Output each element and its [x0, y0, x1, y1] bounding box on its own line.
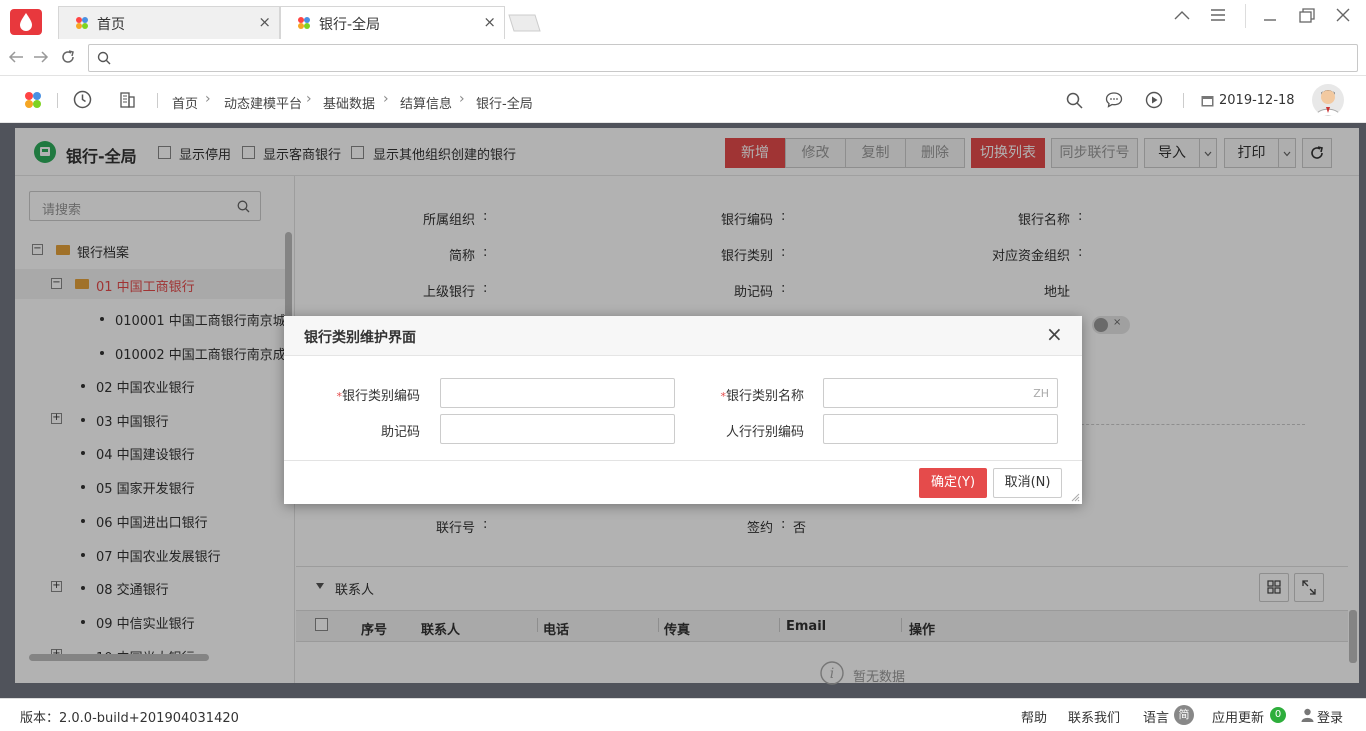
label-text: 银行类别名称: [725, 389, 804, 404]
chat-icon[interactable]: [1105, 91, 1123, 108]
app-logo-icon: [298, 17, 310, 29]
tab-label: 首页: [97, 17, 125, 33]
breadcrumb-item[interactable]: 结算信息: [400, 93, 452, 112]
field-label-pbc-code: 人行行别编码: [725, 425, 804, 440]
chevron-right-icon: ›: [306, 91, 312, 107]
chevron-right-icon: ›: [383, 91, 389, 107]
contact-link[interactable]: 联系我们: [1068, 707, 1120, 726]
app-logo-icon: [76, 17, 88, 29]
back-icon[interactable]: [8, 50, 24, 64]
browser-logo-icon[interactable]: [10, 9, 42, 35]
avatar[interactable]: [1312, 84, 1344, 116]
tab-close-icon[interactable]: ×: [258, 13, 271, 31]
divider: [1245, 4, 1246, 28]
bank-category-code-input[interactable]: [440, 378, 675, 408]
breadcrumb-item[interactable]: 动态建模平台: [224, 93, 302, 112]
user-avatar-icon: [1315, 90, 1341, 116]
breadcrumb-item[interactable]: 基础数据: [323, 93, 375, 112]
divider: [157, 93, 158, 108]
divider: [57, 93, 58, 108]
divider: [1183, 93, 1184, 108]
forward-icon[interactable]: [33, 50, 49, 64]
language-tag[interactable]: ZH: [1033, 387, 1049, 400]
clock-icon[interactable]: [73, 90, 92, 109]
calendar-icon: [1201, 96, 1214, 107]
cancel-button[interactable]: 取消(N): [993, 468, 1062, 498]
mnemonic-input[interactable]: [440, 414, 675, 444]
field-label-bank-category-code: *银行类别编码: [310, 385, 420, 404]
language-link[interactable]: 语言: [1143, 707, 1169, 726]
search-icon: [97, 51, 111, 65]
url-input[interactable]: [88, 44, 1358, 72]
menu-icon[interactable]: [1210, 8, 1226, 22]
version-text: 版本：2.0.0-build+201904031420: [20, 711, 239, 726]
tab-home[interactable]: 首页 ×: [58, 6, 280, 39]
header-date: 2019-12-18: [1219, 93, 1295, 108]
chevron-right-icon: ›: [459, 91, 465, 107]
close-window-icon[interactable]: [1335, 7, 1351, 23]
breadcrumb-home[interactable]: 首页: [172, 93, 198, 112]
play-circle-icon[interactable]: [1145, 91, 1163, 109]
pbc-code-input[interactable]: [823, 414, 1058, 444]
field-label-bank-category-name: *银行类别名称: [690, 385, 804, 404]
tab-close-icon[interactable]: ×: [483, 13, 496, 31]
reload-icon[interactable]: [60, 49, 76, 65]
app-update-link[interactable]: 应用更新: [1212, 707, 1264, 726]
tab-bank-global[interactable]: 银行-全局 ×: [280, 6, 505, 39]
user-icon: [1301, 708, 1314, 722]
tab-label: 银行-全局: [319, 17, 381, 33]
label-text: 银行类别编码: [341, 389, 420, 404]
update-count-badge: 0: [1270, 707, 1286, 723]
dialog-title: 银行类别维护界面: [304, 330, 416, 346]
breadcrumb-current: 银行-全局: [476, 97, 533, 112]
building-icon[interactable]: [119, 91, 136, 108]
restore-icon[interactable]: [1298, 8, 1316, 24]
search-icon[interactable]: [1066, 92, 1083, 109]
resize-handle-icon[interactable]: [1070, 492, 1080, 502]
chevron-up-icon[interactable]: [1174, 9, 1190, 21]
dialog-close-icon[interactable]: ×: [1046, 322, 1063, 346]
confirm-button[interactable]: 确定(Y): [919, 468, 987, 498]
login-link[interactable]: 登录: [1317, 707, 1343, 726]
app-logo-icon[interactable]: [24, 91, 42, 109]
help-link[interactable]: 帮助: [1021, 707, 1047, 726]
divider: [284, 460, 1082, 461]
field-label-mnemonic: 助记码: [380, 425, 420, 440]
new-tab-icon[interactable]: [507, 14, 541, 32]
bank-category-name-input[interactable]: ZH: [823, 378, 1058, 408]
language-badge[interactable]: 简: [1174, 705, 1194, 725]
chevron-right-icon: ›: [205, 91, 211, 107]
minimize-icon[interactable]: [1262, 8, 1278, 22]
